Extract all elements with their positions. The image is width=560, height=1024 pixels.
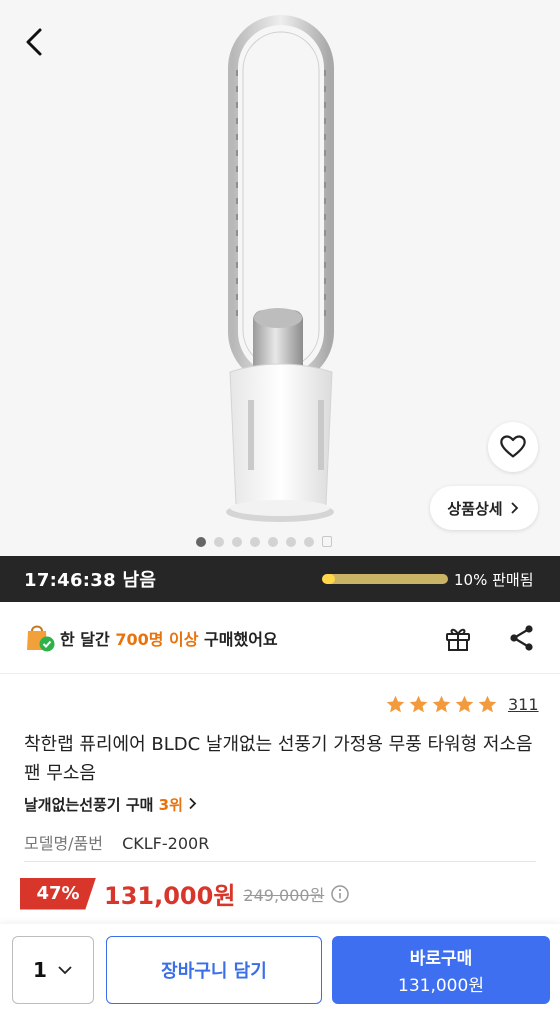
deal-timer-bar: 17:46:38 남음 10% 판매됨 [0,556,560,602]
sold-progress-bar [322,574,448,584]
purchase-stats-text: 한 달간 700명 이상 구매했어요 [60,626,278,650]
add-to-cart-button[interactable]: 장바구니 담기 [106,936,322,1004]
original-price: 249,000원 [243,885,325,905]
ranking-value: 3위 [158,796,183,814]
carousel-dot[interactable] [268,536,278,547]
carousel-dot[interactable] [196,536,206,547]
star-icon [386,695,405,713]
chevron-right-icon [189,797,197,810]
countdown-time: 17:46:38 [24,570,116,591]
bottom-action-bar: 1 장바구니 담기 바로구매 131,000원 [0,924,560,1024]
discount-badge: 47% [20,877,96,910]
product-photo [226,15,334,522]
heart-icon [500,435,526,458]
purchase-stats-row: 한 달간 700명 이상 구매했어요 [0,602,560,674]
carousel-more-icon[interactable] [322,536,332,547]
carousel-dot[interactable] [232,536,242,547]
share-icon[interactable] [506,622,538,654]
countdown-suffix: 남음 [122,570,157,591]
star-icon [409,695,428,713]
back-button[interactable] [14,22,54,62]
product-detail-label: 상품상세 [447,499,503,518]
divider [24,861,536,862]
buy-now-label: 바로구매 [409,949,473,969]
carousel-dot[interactable] [286,536,296,547]
rating[interactable]: 311 [385,694,539,715]
star-icon [478,695,497,713]
star-rating [385,694,498,715]
buy-now-button[interactable]: 바로구매 131,000원 [332,936,550,1004]
quantity-value: 1 [33,958,47,982]
model-value: CKLF-200R [122,834,210,853]
purchase-stats-prefix: 한 달간 [60,630,110,649]
info-icon[interactable] [330,884,350,904]
category-ranking-link[interactable]: 날개없는선풍기 구매 3위 [24,794,198,815]
sold-progress-fill [322,574,335,584]
sold-percent-label: 10% 판매됨 [454,570,534,589]
wishlist-button[interactable] [488,422,538,472]
chevron-down-icon [58,966,72,975]
countdown: 17:46:38 남음 [24,566,156,592]
price-row: 47% 131,000원 249,000원 [20,876,350,911]
carousel-dot[interactable] [214,536,224,547]
quantity-select[interactable]: 1 [12,936,94,1004]
add-to-cart-label: 장바구니 담기 [161,961,267,982]
model-label: 모델명/품번 [24,834,103,853]
product-image-carousel[interactable]: 상품상세 [0,0,560,556]
product-detail-button[interactable]: 상품상세 [430,486,538,530]
shopping-bag-check-icon [27,625,55,652]
purchase-stats-highlight: 700명 이상 [115,630,199,649]
back-arrow-icon [26,28,42,56]
star-icon [455,695,474,713]
carousel-dot[interactable] [304,536,314,547]
model-number: 모델명/품번 CKLF-200R [24,830,209,854]
star-icon [432,695,451,713]
gift-icon[interactable] [442,622,474,654]
carousel-indicator [196,536,332,547]
review-count-link[interactable]: 311 [508,695,539,714]
purchase-stats-suffix: 구매했어요 [204,630,278,649]
chevron-right-icon [510,502,518,514]
ranking-label: 날개없는선풍기 구매 [24,796,154,814]
carousel-dot[interactable] [250,536,260,547]
buy-now-amount: 131,000원 [398,976,484,996]
product-title: 착한랩 퓨리에어 BLDC 날개없는 선풍기 가정용 무풍 타워형 저소음 팬 … [24,734,533,784]
sale-price: 131,000원 [104,882,236,910]
